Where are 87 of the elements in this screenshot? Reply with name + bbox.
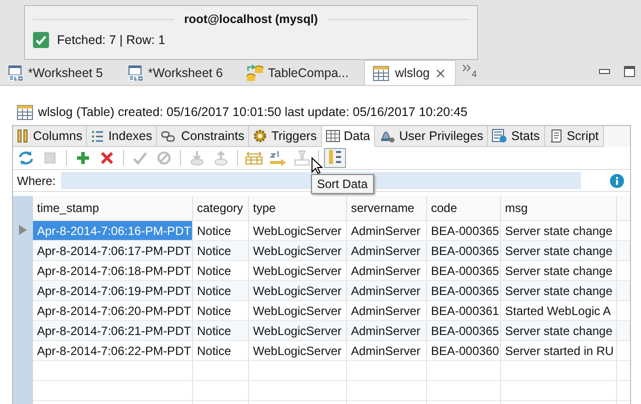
bell-user-icon [379,129,396,143]
table-cell: BEA-000365 [427,241,501,260]
table-cell: WebLogicServer [249,321,347,340]
columns-icon [17,129,29,143]
mouse-cursor-icon [311,157,323,175]
editor-tab[interactable]: *Worksheet 6 [120,61,238,85]
link-icon [161,130,178,142]
table-cell: BEA-000365 [427,281,501,300]
table-cell: BEA-000365 [427,261,501,280]
scroll-icon [548,129,563,143]
minimize-icon[interactable] [599,69,610,74]
maximize-icon[interactable] [624,66,635,77]
sql-sheet-icon [8,65,24,81]
table-cell: Server started in RU [501,341,617,360]
table-cell: Server state change [501,241,617,260]
editor-tab[interactable]: TableCompa... [238,61,364,85]
table-cell: Notice [193,261,249,280]
chevrons-icon [462,64,471,72]
table-cell: AdminServer [347,261,427,280]
table-cell: AdminServer [347,341,427,360]
sub-tab[interactable]: User Privileges [375,126,488,147]
table-cell: AdminServer [347,301,427,320]
grid-icon [326,130,340,142]
close-icon[interactable] [436,68,445,78]
table-cell: AdminServer [347,241,427,260]
table-cell: Apr-8-2014-7:06:19-PM-PDT [33,281,193,300]
where-label: Where: [17,174,56,188]
table-info: wlslog (Table) created: 05/16/2017 10:01:50 last update: 05/16/2017 10:20:45 [38,105,468,119]
table-cell: AdminServer [347,221,427,240]
tooltip: Sort Data [311,174,374,194]
sub-tab[interactable]: Stats [488,126,545,147]
info-icon[interactable] [610,174,624,188]
column-header[interactable]: type [249,196,347,220]
table-cell: AdminServer [347,321,427,340]
stats-icon [492,129,508,143]
table-cell: BEA-000365 [427,321,501,340]
table-cell: Apr-8-2014-7:06:21-PM-PDT [33,321,193,340]
column-header[interactable]: msg [501,196,617,220]
sub-tab[interactable]: Data [322,126,376,147]
table-cell: Apr-8-2014-7:06:17-PM-PDT [33,241,193,260]
table-cell: Started WebLogic A [501,301,617,320]
compare-databases-icon [246,64,264,82]
table-cell: Server state change [501,321,617,340]
table-cell: BEA-000361 [427,301,501,320]
editor-tab[interactable]: *Worksheet 5 [0,61,120,85]
table-cell: Notice [193,321,249,340]
sub-tab[interactable]: Constraints [157,126,250,147]
where-field[interactable] [60,172,581,189]
column-header[interactable]: category [193,196,249,220]
table-cell: Apr-8-2014-7:06:16-PM-PDT [33,221,193,240]
table-cell: Notice [193,341,249,360]
sub-tab[interactable]: Indexes [87,126,158,147]
table-icon [17,104,33,120]
table-cell: BEA-000365 [427,221,501,240]
table-cell: WebLogicServer [249,301,347,320]
table-cell: Apr-8-2014-7:06:18-PM-PDT [33,261,193,280]
table-cell: Notice [193,281,249,300]
table-cell: Apr-8-2014-7:06:20-PM-PDT [33,301,193,320]
table-cell: Apr-8-2014-7:06:22-PM-PDT [33,341,193,360]
table-cell: WebLogicServer [249,261,347,280]
table-icon [373,66,389,80]
column-header[interactable]: servername [347,196,427,220]
table-cell: WebLogicServer [249,221,347,240]
table-cell: WebLogicServer [249,341,347,360]
sub-tab[interactable]: Columns [13,126,88,147]
hidden-tab-count[interactable]: 4 [472,69,477,79]
table-cell: BEA-000360 [427,341,501,360]
table-cell: Server state change [501,281,617,300]
table-cell: Notice [193,301,249,320]
sort-data-icon[interactable] [324,148,346,168]
table-cell: Notice [193,241,249,260]
table-cell: WebLogicServer [249,241,347,260]
table-cell: Notice [193,221,249,240]
table-cell: Server state change [501,221,617,240]
column-header[interactable]: time_stamp [33,196,193,220]
table-cell: AdminServer [347,281,427,300]
table-cell: Server state change [501,261,617,280]
gear-icon [253,129,268,143]
connection-title: root@localhost (mysql) [184,12,318,26]
editor-tab[interactable]: wlslog [364,60,456,85]
column-header[interactable]: code [427,196,501,220]
sub-tab[interactable]: Script [544,126,604,147]
list-icon [91,130,104,142]
sql-sheet-icon [128,65,144,81]
sub-tab[interactable]: Triggers [249,126,322,147]
table-cell: WebLogicServer [249,281,347,300]
fetch-status: Fetched: 7 | Row: 1 [57,33,166,47]
